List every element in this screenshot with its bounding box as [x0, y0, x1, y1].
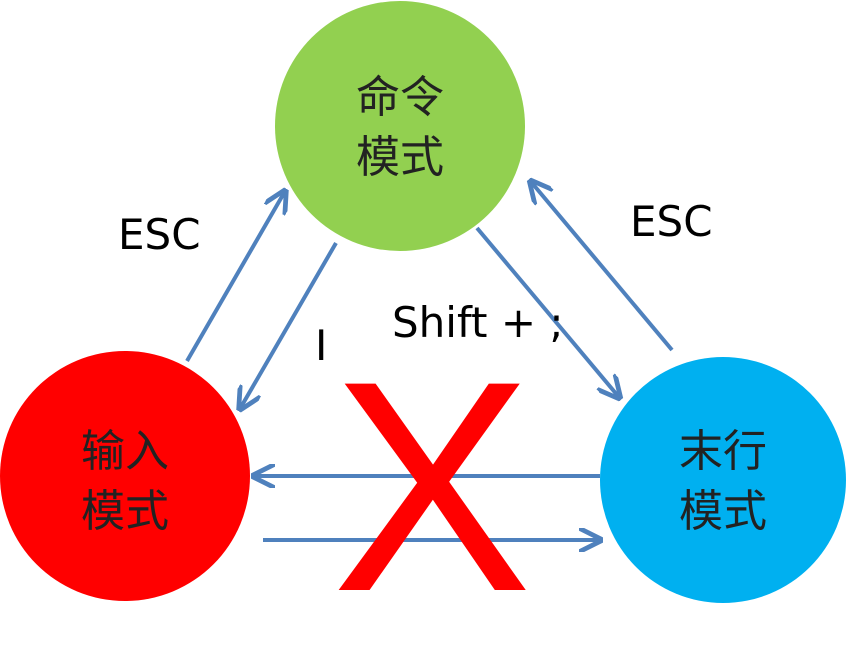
lastline-mode-node	[600, 357, 846, 603]
lastline-mode-label-line1: 末行	[679, 426, 767, 477]
command-mode-label-line1: 命令	[356, 72, 444, 123]
insert-mode-label-line1: 输入	[81, 426, 169, 477]
forbidden-cross-mark: X	[332, 318, 532, 654]
label-i: I	[315, 321, 327, 370]
label-esc-right: ESC	[630, 197, 713, 246]
command-mode-node	[275, 1, 525, 251]
lastline-mode-label-line2: 模式	[679, 486, 767, 537]
command-mode-label-line2: 模式	[356, 132, 444, 183]
insert-mode-label-line2: 模式	[81, 486, 169, 537]
mode-diagram: 命令 模式 输入 模式 末行 模式 ESC I Shift + ; ESC X	[0, 1, 846, 654]
label-esc-left: ESC	[118, 210, 201, 259]
arrow-insert-to-command	[185, 193, 284, 363]
